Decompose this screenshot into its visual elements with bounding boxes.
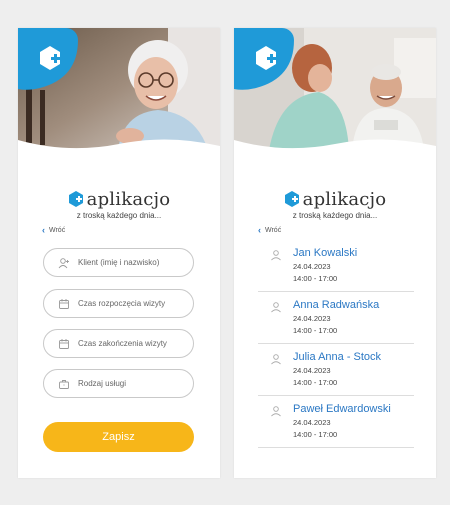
app-logo-badge — [234, 28, 294, 90]
visit-client-name: Anna Radwańska — [293, 299, 380, 311]
end-time-field[interactable]: Czas zakończenia wizyty — [43, 329, 194, 358]
start-time-placeholder: Czas rozpoczęcia wizyty — [78, 299, 166, 308]
list-item[interactable]: Paweł Edwardowski 24.04.2023 14:00 - 17:… — [258, 397, 414, 448]
brand-tagline: z troską każdego dnia... — [292, 211, 378, 220]
save-button[interactable]: Zapisz — [43, 422, 194, 452]
visit-date: 24.04.2023 — [293, 314, 331, 323]
back-link[interactable]: ‹ Wróć — [42, 225, 65, 235]
visit-time: 14:00 - 17:00 — [293, 378, 338, 387]
visits-list: Jan Kowalski 24.04.2023 14:00 - 17:00 An… — [258, 241, 414, 449]
list-item[interactable]: Julia Anna - Stock 24.04.2023 14:00 - 17… — [258, 345, 414, 396]
visit-time: 14:00 - 17:00 — [293, 326, 338, 335]
brand-logo-icon — [284, 191, 299, 207]
start-time-field[interactable]: Czas rozpoczęcia wizyty — [43, 289, 194, 318]
visit-date: 24.04.2023 — [293, 262, 331, 271]
client-name-field[interactable]: Klient (imię i nazwisko) — [43, 248, 194, 277]
calendar-icon — [58, 338, 70, 350]
visit-time: 14:00 - 17:00 — [293, 430, 338, 439]
client-name-placeholder: Klient (imię i nazwisko) — [78, 258, 160, 267]
calendar-icon — [58, 298, 70, 310]
brand-logo-icon — [68, 191, 83, 207]
back-label: Wróć — [49, 226, 66, 234]
person-icon — [271, 354, 281, 365]
person-icon — [271, 302, 281, 313]
visit-date: 24.04.2023 — [293, 366, 331, 375]
end-time-placeholder: Czas zakończenia wizyty — [78, 339, 167, 348]
brand-name: aplikacjo — [86, 189, 171, 210]
visit-client-name: Jan Kowalski — [293, 247, 358, 259]
visits-list-screen: aplikacjo z troską każdego dnia... ‹ Wró… — [234, 28, 436, 478]
list-item[interactable]: Jan Kowalski 24.04.2023 14:00 - 17:00 — [258, 241, 414, 292]
brand-block: aplikacjo z troską każdego dnia... — [18, 189, 220, 220]
chevron-left-icon: ‹ — [42, 225, 45, 235]
app-logo-badge — [18, 28, 78, 90]
add-visit-screen: aplikacjo z troską każdego dnia... ‹ Wró… — [18, 28, 220, 478]
brand-block: aplikacjo z troską każdego dnia... — [234, 189, 436, 220]
service-type-placeholder: Rodzaj usługi — [78, 379, 127, 388]
brand-name: aplikacjo — [302, 189, 387, 210]
hero-photo-elderly-woman — [18, 28, 220, 150]
hero-photo-elderly-man-caregiver — [234, 28, 436, 150]
person-icon — [271, 406, 281, 417]
briefcase-icon — [58, 378, 70, 390]
visit-client-name: Paweł Edwardowski — [293, 403, 391, 415]
back-label: Wróć — [265, 226, 282, 234]
service-type-field[interactable]: Rodzaj usługi — [43, 369, 194, 398]
visit-time: 14:00 - 17:00 — [293, 274, 338, 283]
list-item[interactable]: Anna Radwańska 24.04.2023 14:00 - 17:00 — [258, 293, 414, 344]
visit-date: 24.04.2023 — [293, 418, 331, 427]
person-add-icon — [58, 257, 70, 269]
chevron-left-icon: ‹ — [258, 225, 261, 235]
back-link[interactable]: ‹ Wróć — [258, 225, 281, 235]
person-icon — [271, 250, 281, 261]
visit-client-name: Julia Anna - Stock — [293, 351, 382, 363]
brand-tagline: z troską każdego dnia... — [76, 211, 162, 220]
